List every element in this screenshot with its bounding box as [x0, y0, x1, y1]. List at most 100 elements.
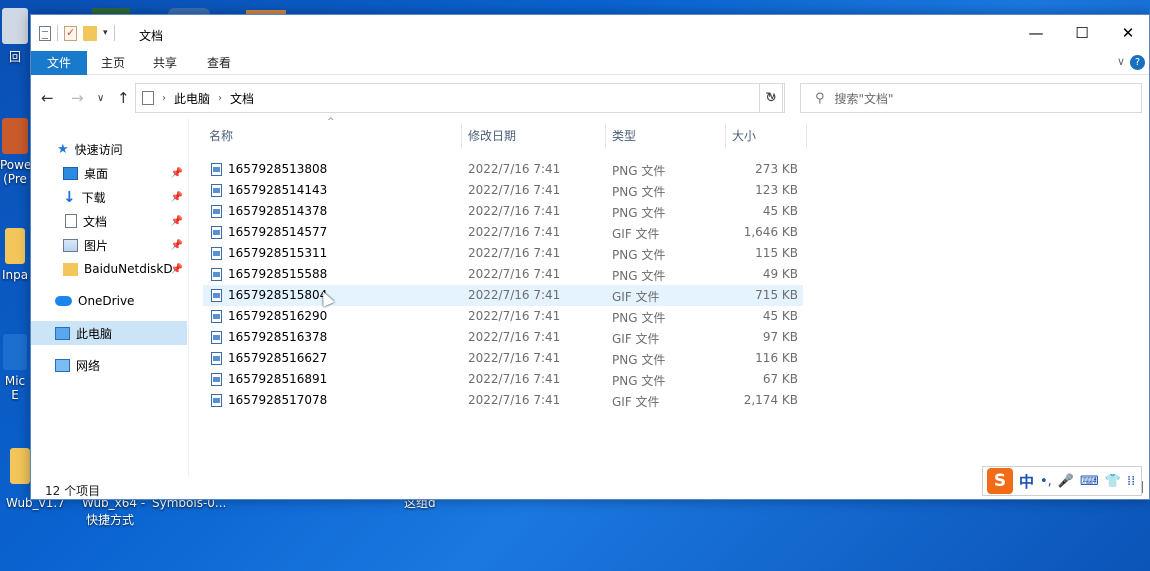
help-icon[interactable]: ? — [1130, 55, 1145, 70]
file-name: 1657928513808 — [228, 162, 328, 176]
pictures-icon — [63, 238, 78, 252]
forward-button[interactable]: → — [71, 89, 84, 107]
skin-icon[interactable]: 👕 — [1105, 474, 1121, 489]
file-date: 2022/7/16 7:41 — [468, 288, 561, 302]
desktop-label: E — [11, 388, 19, 402]
breadcrumb-documents[interactable]: 文档 — [230, 90, 254, 107]
file-size: 45 KB — [762, 309, 798, 323]
file-row[interactable]: 1657928514577 2022/7/16 7:41 GIF 文件 1,646 K… — [203, 222, 803, 243]
edge-desktop-icon[interactable]: Mic E — [0, 334, 30, 402]
file-row[interactable]: 1657928515311 2022/7/16 7:41 PNG 文件 115 KB — [203, 243, 803, 264]
microphone-icon[interactable]: 🎤 — [1058, 474, 1074, 489]
file-name: 1657928515311 — [228, 246, 328, 260]
file-date: 2022/7/16 7:41 — [468, 372, 561, 386]
sidebar-item-label: 网络 — [76, 358, 101, 373]
recycle-bin-desktop-icon[interactable]: 回 — [0, 8, 30, 65]
desktop-label: Inpa — [1, 268, 29, 282]
pin-icon: 📌 — [170, 263, 183, 275]
image-file-icon — [211, 247, 222, 260]
search-box[interactable]: ⚲ 搜索"文档" — [800, 83, 1142, 113]
column-header-type[interactable]: 类型 — [605, 123, 725, 149]
sidebar-item-quick-access[interactable]: ★ 快速访问 — [31, 137, 187, 161]
sidebar-item-label: OneDrive — [78, 294, 135, 308]
desktop-label: Mic — [4, 374, 26, 388]
file-row[interactable]: 1657928514378 2022/7/16 7:41 PNG 文件 45 KB — [203, 201, 803, 222]
refresh-button[interactable]: ↻ — [759, 83, 783, 113]
image-file-icon — [211, 331, 222, 344]
tab-file[interactable]: 文件 — [31, 51, 87, 75]
file-type: PNG 文件 — [612, 311, 666, 325]
back-button[interactable]: ← — [41, 89, 54, 107]
file-row[interactable]: 1657928516891 2022/7/16 7:41 PNG 文件 67 KB — [203, 369, 803, 390]
recent-locations-button[interactable]: ∨ — [97, 93, 104, 104]
sidebar-item-baidunetdisk[interactable]: BaiduNetdiskD 📌 — [31, 257, 187, 281]
ime-toolbar: S 中 •, 🎤 ⌨ 👕 ⁞⁞ — [982, 466, 1142, 496]
image-file-icon — [211, 394, 222, 407]
sidebar-item-pictures[interactable]: 图片 📌 — [31, 233, 187, 257]
window-title: 文档 — [139, 29, 164, 43]
tab-home[interactable]: 主页 — [101, 51, 125, 75]
file-type: GIF 文件 — [612, 227, 660, 241]
image-file-icon — [211, 289, 222, 302]
navigation-bar: ← → ∨ ↑ › 此电脑 › 文档 ∨ ↻ ⚲ 搜索"文档" — [31, 81, 1149, 115]
file-row[interactable]: 1657928516378 2022/7/16 7:41 GIF 文件 97 KB — [203, 327, 803, 348]
sidebar-item-this-pc[interactable]: 此电脑 — [31, 321, 187, 345]
column-header-date[interactable]: 修改日期 — [461, 123, 605, 149]
sogou-logo-icon[interactable]: S — [987, 468, 1013, 494]
file-row[interactable]: 1657928516627 2022/7/16 7:41 PNG 文件 116 KB — [203, 348, 803, 369]
keyboard-icon[interactable]: ⌨ — [1080, 474, 1099, 489]
file-type: PNG 文件 — [612, 164, 666, 178]
file-name: 1657928516891 — [228, 372, 328, 386]
file-type: PNG 文件 — [612, 374, 666, 388]
image-file-icon — [211, 184, 222, 197]
file-row[interactable]: 1657928514143 2022/7/16 7:41 PNG 文件 123 KB — [203, 180, 803, 201]
ime-punctuation-toggle[interactable]: •, — [1040, 474, 1052, 489]
file-row[interactable]: 1657928515588 2022/7/16 7:41 PNG 文件 49 KB — [203, 264, 803, 285]
quick-access-toolbar: ▾ — [39, 25, 115, 41]
file-type: GIF 文件 — [612, 332, 660, 346]
expand-ribbon-icon[interactable]: ∨ — [1117, 55, 1125, 68]
properties-icon[interactable] — [64, 25, 77, 41]
file-name: 1657928514143 — [228, 183, 328, 197]
breadcrumb-this-pc[interactable]: 此电脑 — [174, 90, 210, 107]
ime-language-toggle[interactable]: 中 — [1019, 471, 1034, 492]
file-type: GIF 文件 — [612, 290, 660, 304]
sidebar-item-desktop[interactable]: 桌面 📌 — [31, 161, 187, 185]
file-row[interactable]: 1657928515804 2022/7/16 7:41 GIF 文件 715 KB — [203, 285, 803, 306]
inpa-desktop-icon[interactable]: Inpa — [0, 228, 30, 282]
sidebar-item-onedrive[interactable]: OneDrive — [31, 289, 187, 313]
file-row[interactable]: 1657928517078 2022/7/16 7:41 GIF 文件 2,174 K… — [203, 390, 803, 411]
powerpoint-desktop-icon[interactable]: Powe (Pre — [0, 118, 31, 186]
maximize-button[interactable]: ☐ — [1059, 15, 1105, 51]
toolbox-icon[interactable]: ⁞⁞ — [1127, 474, 1135, 489]
file-name: 1657928514577 — [228, 225, 328, 239]
search-input[interactable]: 搜索"文档" — [835, 90, 894, 107]
sidebar-item-documents[interactable]: 文档 📌 — [31, 209, 187, 233]
sidebar-item-network[interactable]: 网络 — [31, 353, 187, 377]
file-row[interactable]: 1657928516290 2022/7/16 7:41 PNG 文件 45 KB — [203, 306, 803, 327]
pin-icon: 📌 — [170, 191, 183, 203]
column-header-name[interactable]: 名称 — [203, 123, 461, 149]
navigation-pane: ★ 快速访问 桌面 📌 ↓ 下载 📌 文档 📌 图片 📌 BaiduNetdis… — [31, 119, 189, 477]
image-file-icon — [211, 163, 222, 176]
toolbar-separator — [113, 25, 115, 41]
file-date: 2022/7/16 7:41 — [468, 225, 561, 239]
minimize-button[interactable]: — — [1013, 15, 1059, 51]
new-folder-icon[interactable] — [83, 25, 97, 41]
customize-toolbar-icon[interactable]: ▾ — [103, 28, 108, 38]
file-row[interactable]: 1657928513808 2022/7/16 7:41 PNG 文件 273 KB — [203, 159, 803, 180]
download-icon: ↓ — [63, 188, 76, 206]
file-size: 116 KB — [755, 351, 798, 365]
column-header-size[interactable]: 大小 — [725, 123, 807, 149]
close-button[interactable]: ✕ — [1105, 15, 1150, 51]
document-icon — [142, 91, 154, 105]
pin-icon: 📌 — [170, 215, 183, 227]
address-bar[interactable]: › 此电脑 › 文档 ∨ — [135, 83, 785, 113]
ribbon-tabs: 文件 主页 共享 查看 ∨ ? — [31, 51, 1149, 75]
sidebar-item-downloads[interactable]: ↓ 下载 📌 — [31, 185, 187, 209]
title-bar[interactable]: ▾ 文档 — ☐ ✕ — [31, 15, 1149, 51]
tab-view[interactable]: 查看 — [207, 51, 231, 75]
star-icon: ★ — [57, 141, 69, 157]
tab-share[interactable]: 共享 — [153, 51, 177, 75]
up-button[interactable]: ↑ — [117, 89, 130, 107]
